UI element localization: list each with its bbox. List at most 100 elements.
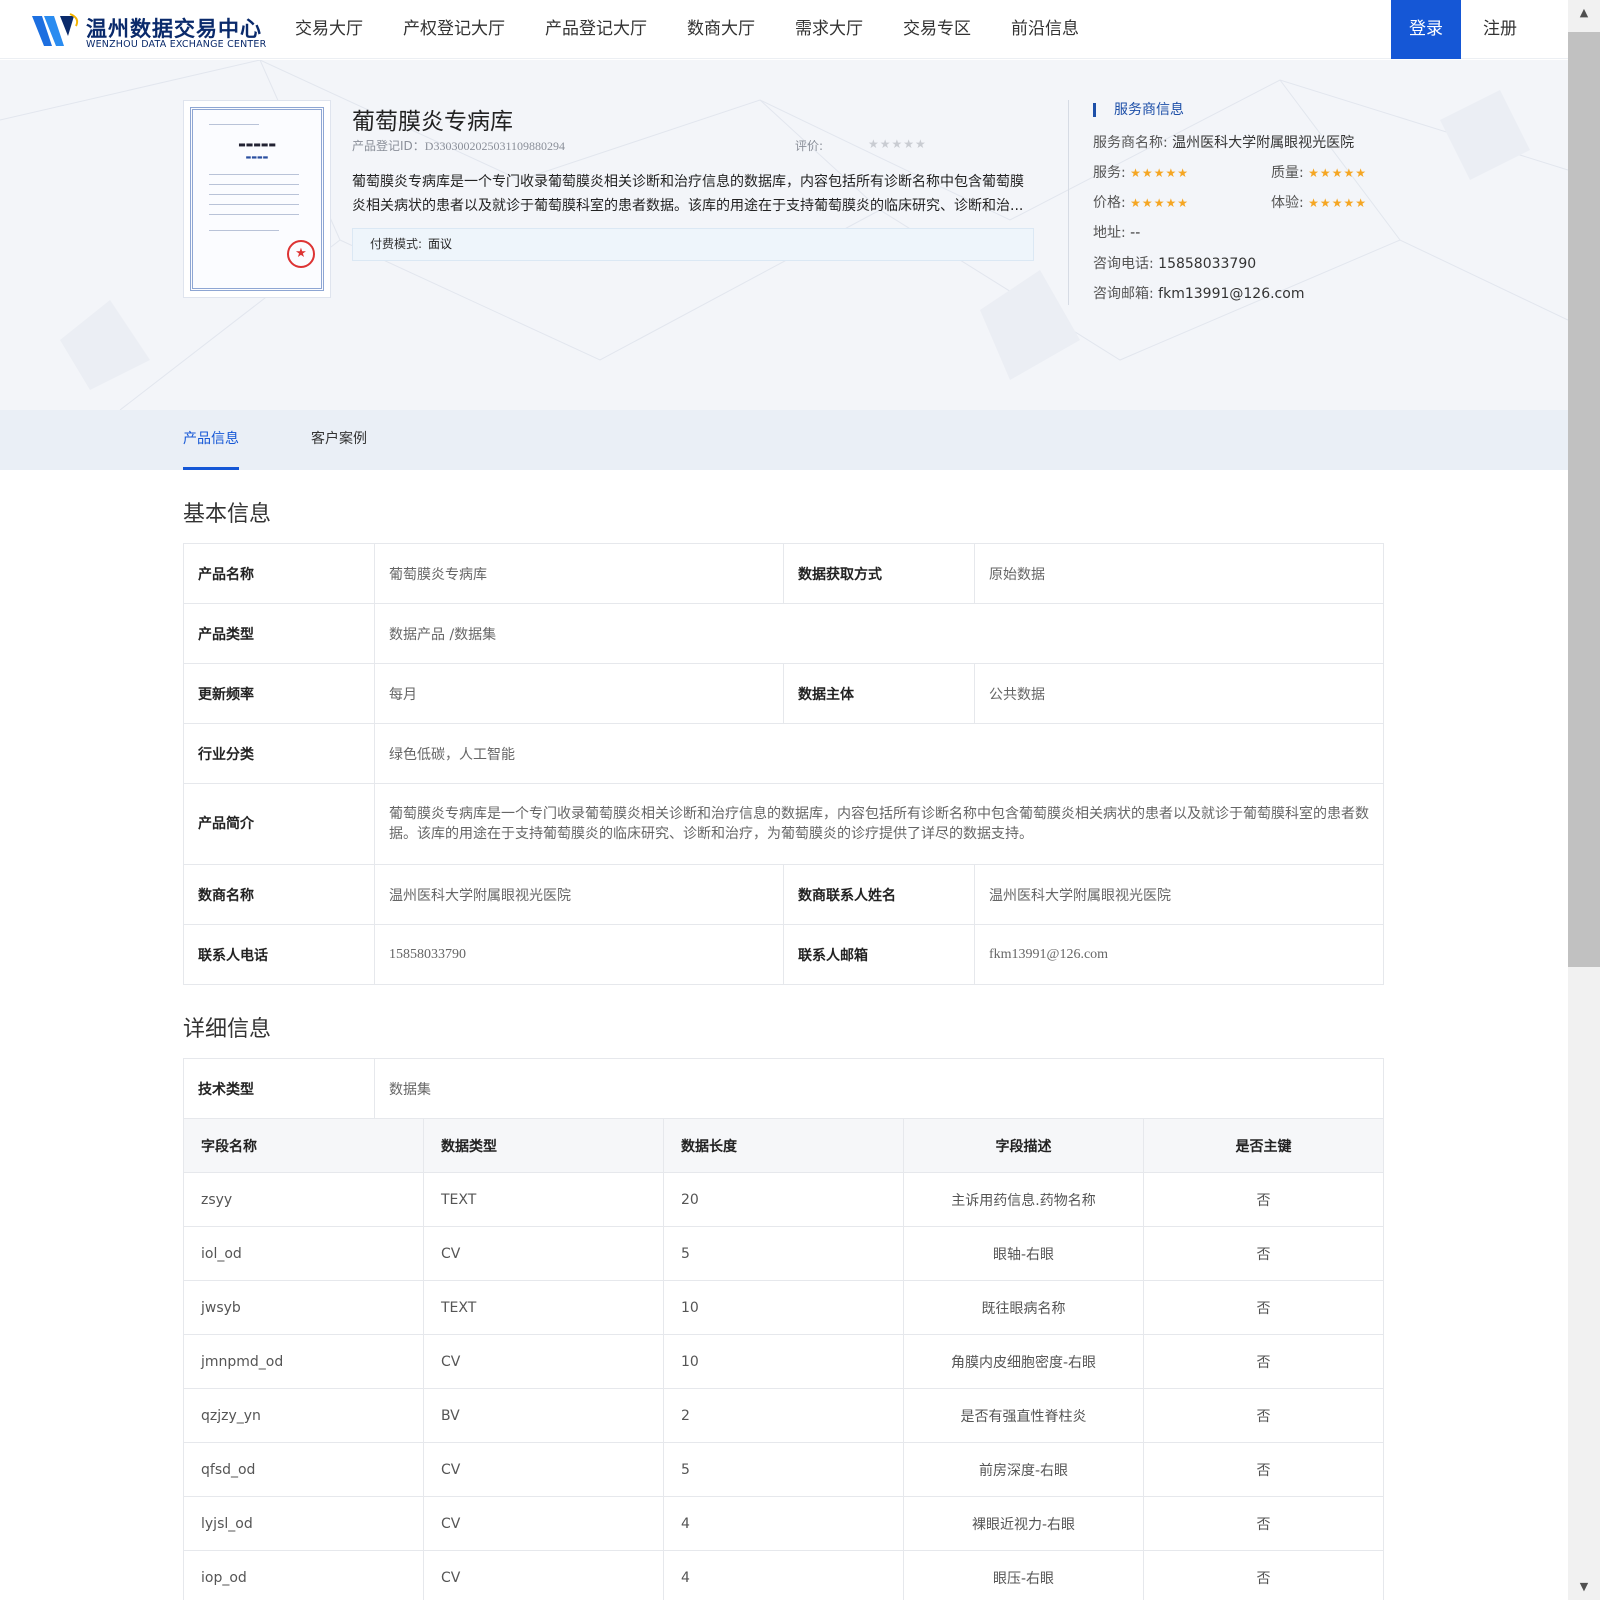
data-type-cell: CV [423,1442,664,1497]
data-length-cell: 10 [663,1280,904,1335]
provider-email-row: 咨询邮箱: fkm13991@126.com [1093,283,1304,303]
provider-price-stars-icon: ★★★★★ [1130,196,1189,210]
field-name-cell: lyjsl_od [183,1496,424,1551]
nav-item-trading-hall[interactable]: 交易大厅 [275,0,383,59]
data-type-cell: CV [423,1334,664,1389]
table-row: zsyy TEXT 20 主诉用药信息.药物名称 否 [183,1172,1384,1227]
top-header: 温州数据交易中心 WENZHOU DATA EXCHANGE CENTER 交易… [0,0,1568,59]
tab-product-info[interactable]: 产品信息 [183,410,239,470]
nav-item-property-registration[interactable]: 产权登记大厅 [383,0,525,59]
product-id-label: 产品登记ID： [352,139,425,153]
fields-table: 字段名称 数据类型 数据长度 字段描述 是否主键 zsyy TEXT 20 主诉… [183,1118,1384,1600]
field-desc-cell: 角膜内皮细胞密度-右眼 [903,1334,1144,1389]
table-row: iol_od CV 5 眼轴-右眼 否 [183,1226,1384,1281]
primary-key-cell: 否 [1143,1496,1384,1551]
contact-phone-key: 联系人电话 [183,924,375,985]
provider-email-value: fkm13991@126.com [1158,286,1305,302]
table-row: qfsd_od CV 5 前房深度-右眼 否 [183,1442,1384,1497]
provider-price-row: 价格: ★★★★★ [1093,192,1189,212]
primary-key-cell: 否 [1143,1442,1384,1497]
site-logo[interactable]: 温州数据交易中心 WENZHOU DATA EXCHANGE CENTER [30,12,266,52]
table-row: 行业分类 绿色低碳，人工智能 [183,723,1384,784]
column-header-primary-key: 是否主键 [1143,1118,1384,1173]
field-name-cell: qfsd_od [183,1442,424,1497]
nav-item-product-registration[interactable]: 产品登记大厅 [525,0,667,59]
certificate-text-line [209,204,299,205]
product-intro-value: 葡萄膜炎专病库是一个专门收录葡萄膜炎相关诊断和治疗信息的数据库，内容包括所有诊断… [374,783,1384,865]
data-subject-key: 数据主体 [783,663,975,724]
product-type-value: 数据产品 /数据集 [374,603,1384,664]
certificate-heading-graphic: ▬▬▬▬▬ [238,140,276,149]
provider-email-label: 咨询邮箱: [1093,286,1154,302]
product-certificate-image[interactable]: ▬▬▬▬▬ ▬▬▬▬ ★ [183,100,331,298]
certificate-decoration [209,124,259,125]
primary-key-cell: 否 [1143,1334,1384,1389]
data-length-cell: 5 [663,1226,904,1281]
rating-label: 评价: [795,139,824,153]
certificate-seal-icon: ★ [287,240,315,268]
certificate-text-line [209,174,299,175]
product-registration-id: 产品登记ID：D330300202503110988029​4 [352,137,565,154]
field-desc-cell: 眼轴-右眼 [903,1226,1144,1281]
update-frequency-key: 更新频率 [183,663,375,724]
data-length-cell: 20 [663,1172,904,1227]
industry-value: 绿色低碳，人工智能 [374,723,1384,784]
nav-item-data-merchant-hall[interactable]: 数商大厅 [667,0,775,59]
contact-name-key: 数商联系人姓名 [783,864,975,925]
field-desc-cell: 眼压-右眼 [903,1550,1144,1600]
provider-address-label: 地址: [1093,225,1126,241]
provider-quality-label: 质量: [1271,165,1304,181]
product-description: 葡萄膜炎专病库是一个专门收录葡萄膜炎相关诊断和治疗信息的数据库，内容包括所有诊断… [352,174,1024,214]
basic-info-table: 产品名称 葡萄膜炎专病库 数据获取方式 原始数据 产品类型 数据产品 /数据集 … [183,543,1384,985]
certificate-text-line [209,184,299,185]
data-length-cell: 4 [663,1496,904,1551]
product-title: 葡萄膜炎专病库 [352,109,513,135]
nav-item-demand-hall[interactable]: 需求大厅 [775,0,883,59]
primary-key-cell: 否 [1143,1172,1384,1227]
field-name-cell: zsyy [183,1172,424,1227]
detail-tabs: 产品信息 客户案例 [0,410,1568,470]
data-type-cell: TEXT [423,1172,664,1227]
nav-item-frontier-info[interactable]: 前沿信息 [991,0,1099,59]
logo-mark-icon [32,13,79,46]
hero-divider [1068,100,1069,305]
data-type-cell: CV [423,1226,664,1281]
acquire-method-key: 数据获取方式 [783,543,975,604]
data-type-cell: TEXT [423,1280,664,1335]
data-length-cell: 5 [663,1442,904,1497]
data-type-cell: BV [423,1388,664,1443]
payment-mode-value: 面议 [428,237,453,251]
provider-price-label: 价格: [1093,195,1126,211]
tech-type-key: 技术类型 [183,1058,375,1119]
register-button[interactable]: 注册 [1475,0,1525,59]
data-subject-value: 公共数据 [974,663,1384,724]
provider-quality-stars-icon: ★★★★★ [1308,166,1367,180]
scroll-thumb[interactable] [1568,32,1600,967]
provider-info-title: 服务商信息 [1093,103,1184,117]
page-scrollbar[interactable]: ▲ ▼ [1568,0,1600,1600]
provider-experience-stars-icon: ★★★★★ [1308,196,1367,210]
field-name-cell: qzjzy_yn [183,1388,424,1443]
tab-customer-cases[interactable]: 客户案例 [311,410,367,470]
certificate-text-line [209,230,279,231]
data-length-cell: 10 [663,1334,904,1389]
certificate-frame: ▬▬▬▬▬ ▬▬▬▬ ★ [190,107,324,291]
scroll-down-arrow-icon[interactable]: ▼ [1568,1576,1600,1598]
provider-phone-row: 咨询电话: 15858033790 [1093,253,1256,273]
scroll-up-arrow-icon[interactable]: ▲ [1568,2,1600,24]
primary-key-cell: 否 [1143,1280,1384,1335]
login-button[interactable]: 登录 [1391,0,1461,59]
provider-service-stars-icon: ★★★★★ [1130,166,1189,180]
table-row: 产品简介 葡萄膜炎专病库是一个专门收录葡萄膜炎相关诊断和治疗信息的数据库，内容包… [183,783,1384,865]
payment-mode-box: 付费模式: 面议 [352,228,1034,261]
provider-name-label: 服务商名称: [1093,135,1168,151]
table-row: iop_od CV 4 眼压-右眼 否 [183,1550,1384,1600]
tech-type-value: 数据集 [374,1058,1384,1119]
table-row: 更新频率 每月 数据主体 公共数据 [183,663,1384,724]
column-header-data-type: 数据类型 [423,1118,664,1173]
column-header-field-name: 字段名称 [183,1118,424,1173]
provider-experience-label: 体验: [1271,195,1304,211]
data-length-cell: 2 [663,1388,904,1443]
column-header-field-desc: 字段描述 [903,1118,1144,1173]
nav-item-trading-zone[interactable]: 交易专区 [883,0,991,59]
